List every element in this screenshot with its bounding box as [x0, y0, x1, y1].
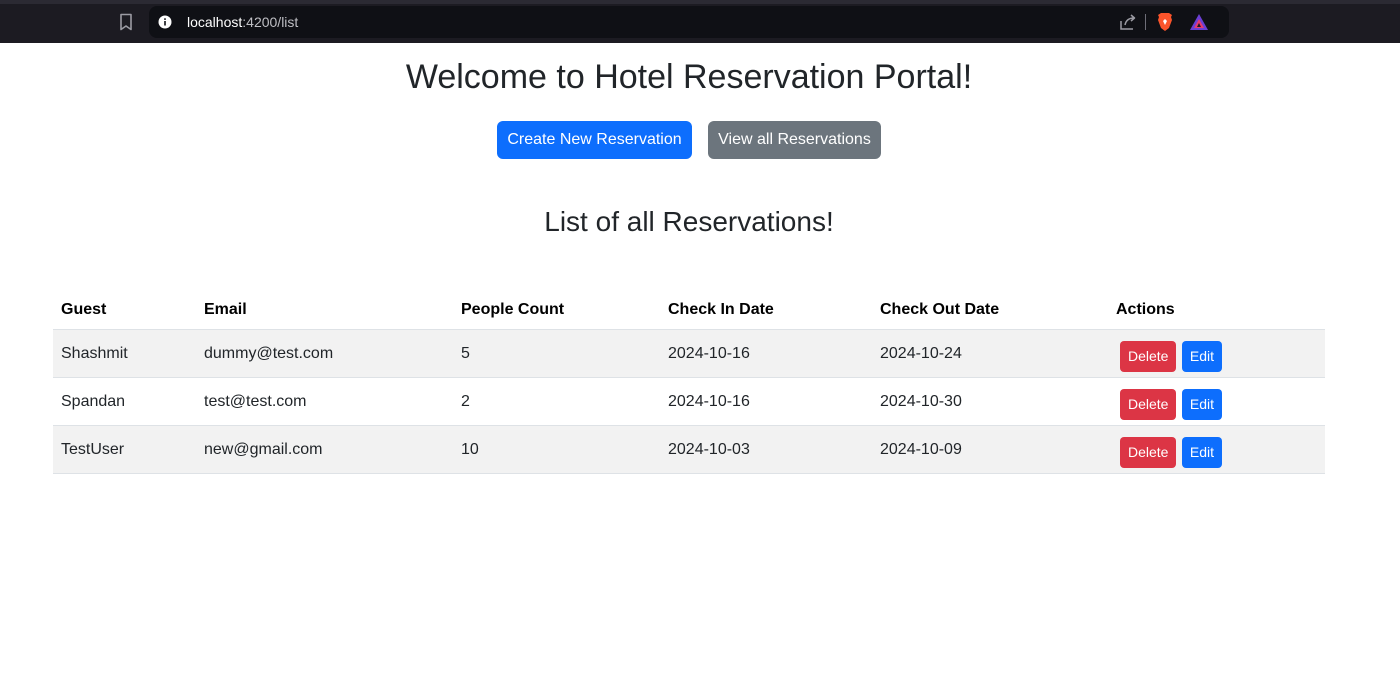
cell-check-in: 2024-10-16 — [660, 377, 872, 426]
table-row: Shashmit dummy@test.com 5 2024-10-16 202… — [53, 329, 1325, 378]
table-header-row: Guest Email People Count Check In Date C… — [53, 290, 1325, 330]
url-text[interactable]: localhost:4200/list — [187, 14, 298, 30]
list-title: List of all Reservations! — [544, 206, 834, 237]
rewards-icon[interactable] — [1189, 13, 1209, 31]
header-guest: Guest — [53, 290, 196, 330]
cell-people-count: 5 — [453, 329, 660, 378]
cell-actions: Delete Edit — [1108, 329, 1325, 378]
header-people-count: People Count — [453, 290, 660, 330]
view-reservations-button[interactable]: View all Reservations — [708, 121, 881, 159]
browser-toolbar: localhost:4200/list — [0, 0, 1400, 43]
cell-check-out: 2024-10-09 — [872, 425, 1108, 474]
share-icon[interactable] — [1119, 13, 1137, 31]
toolbar-separator — [1145, 14, 1146, 30]
cell-check-in: 2024-10-03 — [660, 425, 872, 474]
cell-email: test@test.com — [196, 377, 453, 426]
cell-actions: Delete Edit — [1108, 377, 1325, 426]
url-host: localhost — [187, 14, 243, 30]
cell-email: new@gmail.com — [196, 425, 453, 474]
edit-button[interactable]: Edit — [1181, 341, 1223, 372]
cell-guest: Spandan — [53, 377, 196, 426]
create-reservation-button[interactable]: Create New Reservation — [497, 121, 692, 159]
reservations-table: Guest Email People Count Check In Date C… — [53, 290, 1325, 474]
cell-check-out: 2024-10-24 — [872, 329, 1108, 378]
cell-guest: TestUser — [53, 425, 196, 474]
delete-button[interactable]: Delete — [1120, 437, 1177, 468]
site-info-icon[interactable] — [158, 15, 172, 29]
cell-people-count: 10 — [453, 425, 660, 474]
delete-button[interactable]: Delete — [1120, 341, 1177, 372]
bookmark-icon[interactable] — [118, 13, 134, 31]
edit-button[interactable]: Edit — [1181, 389, 1223, 420]
cell-actions: Delete Edit — [1108, 425, 1325, 474]
header-email: Email — [196, 290, 453, 330]
tab-strip — [0, 0, 1400, 4]
table-row: TestUser new@gmail.com 10 2024-10-03 202… — [53, 425, 1325, 474]
edit-button[interactable]: Edit — [1181, 437, 1223, 468]
cell-check-in: 2024-10-16 — [660, 329, 872, 378]
url-path: :4200/list — [242, 14, 299, 30]
cell-guest: Shashmit — [53, 329, 196, 378]
header-check-out: Check Out Date — [872, 290, 1108, 330]
cell-people-count: 2 — [453, 377, 660, 426]
delete-button[interactable]: Delete — [1120, 389, 1177, 420]
header-check-in: Check In Date — [660, 290, 872, 330]
cell-check-out: 2024-10-30 — [872, 377, 1108, 426]
address-bar[interactable]: localhost:4200/list — [149, 6, 1229, 38]
brave-shields-icon[interactable] — [1156, 12, 1174, 32]
header-actions: Actions — [1108, 290, 1325, 330]
table-row: Spandan test@test.com 2 2024-10-16 2024-… — [53, 377, 1325, 426]
cell-email: dummy@test.com — [196, 329, 453, 378]
page-title: Welcome to Hotel Reservation Portal! — [405, 58, 973, 96]
